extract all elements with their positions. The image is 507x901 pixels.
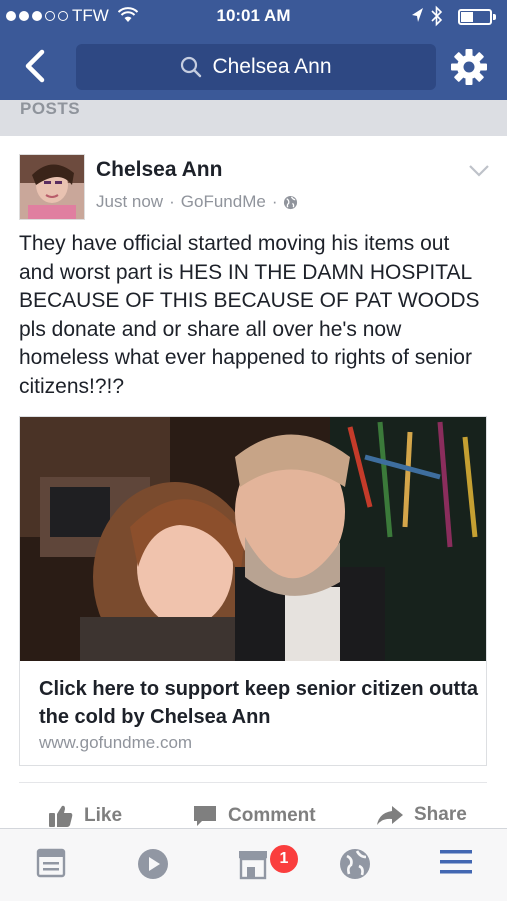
share-icon [377, 806, 403, 825]
post-card: Chelsea Ann Just now · GoFundMe · They h… [0, 136, 507, 828]
menu-icon[interactable] [440, 847, 472, 877]
comment-label: Comment [228, 805, 316, 826]
battery-icon [458, 9, 496, 25]
like-label: Like [84, 805, 123, 826]
back-icon[interactable] [20, 48, 48, 84]
settings-icon[interactable] [450, 48, 488, 86]
post-author[interactable]: Chelsea Ann [96, 158, 222, 182]
news-feed-icon[interactable] [36, 847, 66, 879]
globe-icon [284, 195, 298, 209]
post-text: They have official started moving his it… [19, 232, 480, 398]
notifications-globe-icon[interactable] [338, 847, 372, 881]
share-button[interactable]: Share [376, 804, 467, 826]
like-button[interactable]: Like [48, 804, 122, 828]
top-bar: TFW 10:01 AM Chelsea Ann [0, 0, 507, 100]
marketplace-icon[interactable] [236, 847, 270, 881]
bottom-tab-bar: 1 [0, 828, 507, 901]
like-icon [49, 805, 73, 827]
post-source[interactable]: GoFundMe [181, 192, 266, 212]
notification-badge: 1 [268, 843, 300, 875]
video-icon[interactable] [136, 847, 170, 881]
link-preview-image[interactable] [20, 417, 486, 661]
bluetooth-icon [431, 5, 443, 27]
comment-icon [194, 806, 216, 826]
avatar[interactable] [19, 154, 85, 220]
location-arrow-icon [412, 8, 423, 22]
status-bar: TFW 10:01 AM [0, 0, 507, 34]
divider [19, 782, 487, 783]
search-query: Chelsea Ann [212, 55, 332, 78]
link-preview-url: www.gofundme.com [39, 733, 193, 752]
search-bar[interactable]: Chelsea Ann [76, 44, 436, 90]
meta-separator: · [271, 192, 278, 211]
chevron-down-icon[interactable] [468, 164, 490, 178]
meta-separator: · [169, 192, 175, 211]
link-preview-title[interactable]: Click here to support keep senior citize… [39, 675, 479, 731]
share-label: Share [414, 804, 467, 825]
section-label: POSTS [20, 99, 81, 118]
link-preview[interactable]: Click here to support keep senior citize… [19, 416, 487, 766]
comment-button[interactable]: Comment [192, 804, 316, 828]
post-timestamp[interactable]: Just now [96, 192, 163, 212]
post-meta: Just now · GoFundMe · [96, 192, 298, 212]
search-icon [181, 56, 202, 78]
